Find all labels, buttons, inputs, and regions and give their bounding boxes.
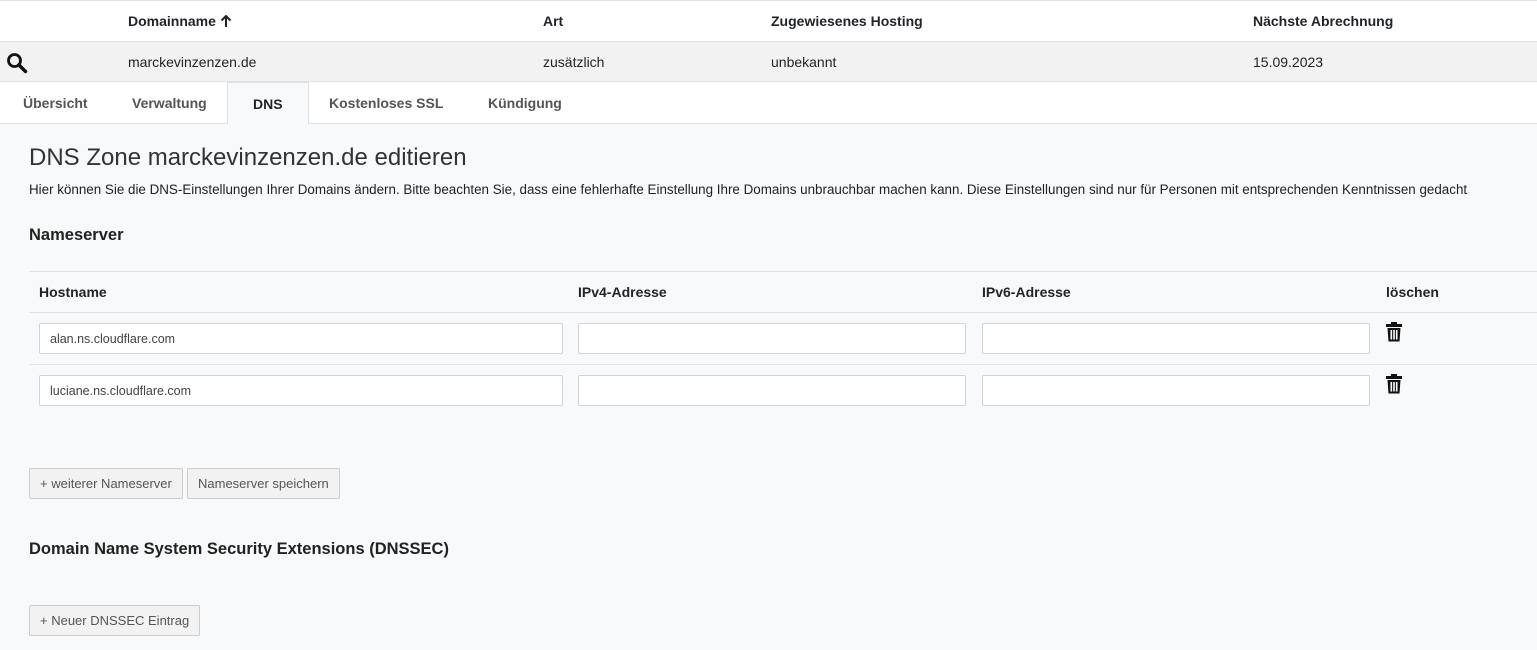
column-header-domainname-label: Domainname xyxy=(128,13,216,29)
column-header-ipv6: IPv6-Adresse xyxy=(982,284,1071,300)
column-header-hostname: Hostname xyxy=(39,284,107,300)
add-dnssec-button[interactable]: + Neuer DNSSEC Eintrag xyxy=(29,605,201,636)
page-title: DNS Zone marckevinzenzen.de editieren xyxy=(29,144,467,171)
ipv4-input[interactable] xyxy=(578,323,966,354)
cell-hosting: unbekannt xyxy=(771,53,837,70)
tab-kuendigung[interactable]: Kündigung xyxy=(488,82,562,124)
tab-bar: Übersicht Verwaltung DNS Kostenloses SSL… xyxy=(0,82,1537,125)
nameserver-table: Hostname IPv4-Adresse IPv6-Adresse lösch… xyxy=(29,271,1537,417)
search-icon[interactable] xyxy=(6,52,28,74)
trash-icon[interactable] xyxy=(1385,374,1403,394)
tab-kostenloses-ssl[interactable]: Kostenloses SSL xyxy=(329,82,443,124)
column-header-art[interactable]: Art xyxy=(543,1,563,41)
table-row[interactable]: marckevinzenzen.de zusätzlich unbekannt … xyxy=(0,42,1537,82)
ipv4-input[interactable] xyxy=(578,375,966,406)
save-nameserver-button[interactable]: Nameserver speichern xyxy=(187,468,340,499)
arrow-up-icon xyxy=(220,14,232,28)
add-nameserver-button[interactable]: + weiterer Nameserver xyxy=(29,468,183,499)
cell-domainname: marckevinzenzen.de xyxy=(128,53,257,70)
column-header-ipv4: IPv4-Adresse xyxy=(578,284,667,300)
column-header-delete: löschen xyxy=(1386,284,1439,300)
dns-panel: DNS Zone marckevinzenzen.de editieren Hi… xyxy=(0,124,1537,650)
dnssec-section-title: Domain Name System Security Extensions (… xyxy=(29,540,449,558)
page-description: Hier können Sie die DNS-Einstellungen Ih… xyxy=(29,182,1468,197)
trash-icon[interactable] xyxy=(1385,322,1403,342)
hostname-input[interactable] xyxy=(39,375,563,406)
ipv6-input[interactable] xyxy=(982,323,1370,354)
nameserver-section-title: Nameserver xyxy=(29,226,124,244)
domain-table-header: Domainname Art Zugewiesenes Hosting Näch… xyxy=(0,0,1537,42)
nameserver-row xyxy=(29,365,1537,417)
column-header-hosting[interactable]: Zugewiesenes Hosting xyxy=(771,1,923,41)
column-header-domainname[interactable]: Domainname xyxy=(128,1,232,41)
tab-uebersicht[interactable]: Übersicht xyxy=(23,82,88,124)
ipv6-input[interactable] xyxy=(982,375,1370,406)
cell-abrechnung: 15.09.2023 xyxy=(1253,53,1324,70)
tab-dns[interactable]: DNS xyxy=(227,82,309,125)
hostname-input[interactable] xyxy=(39,323,563,354)
nameserver-table-header: Hostname IPv4-Adresse IPv6-Adresse lösch… xyxy=(29,271,1537,313)
domain-table: Domainname Art Zugewiesenes Hosting Näch… xyxy=(0,0,1537,82)
nameserver-row xyxy=(29,313,1537,365)
column-header-abrechnung[interactable]: Nächste Abrechnung xyxy=(1253,1,1393,41)
cell-art: zusätzlich xyxy=(543,53,605,70)
tab-verwaltung[interactable]: Verwaltung xyxy=(132,82,207,124)
